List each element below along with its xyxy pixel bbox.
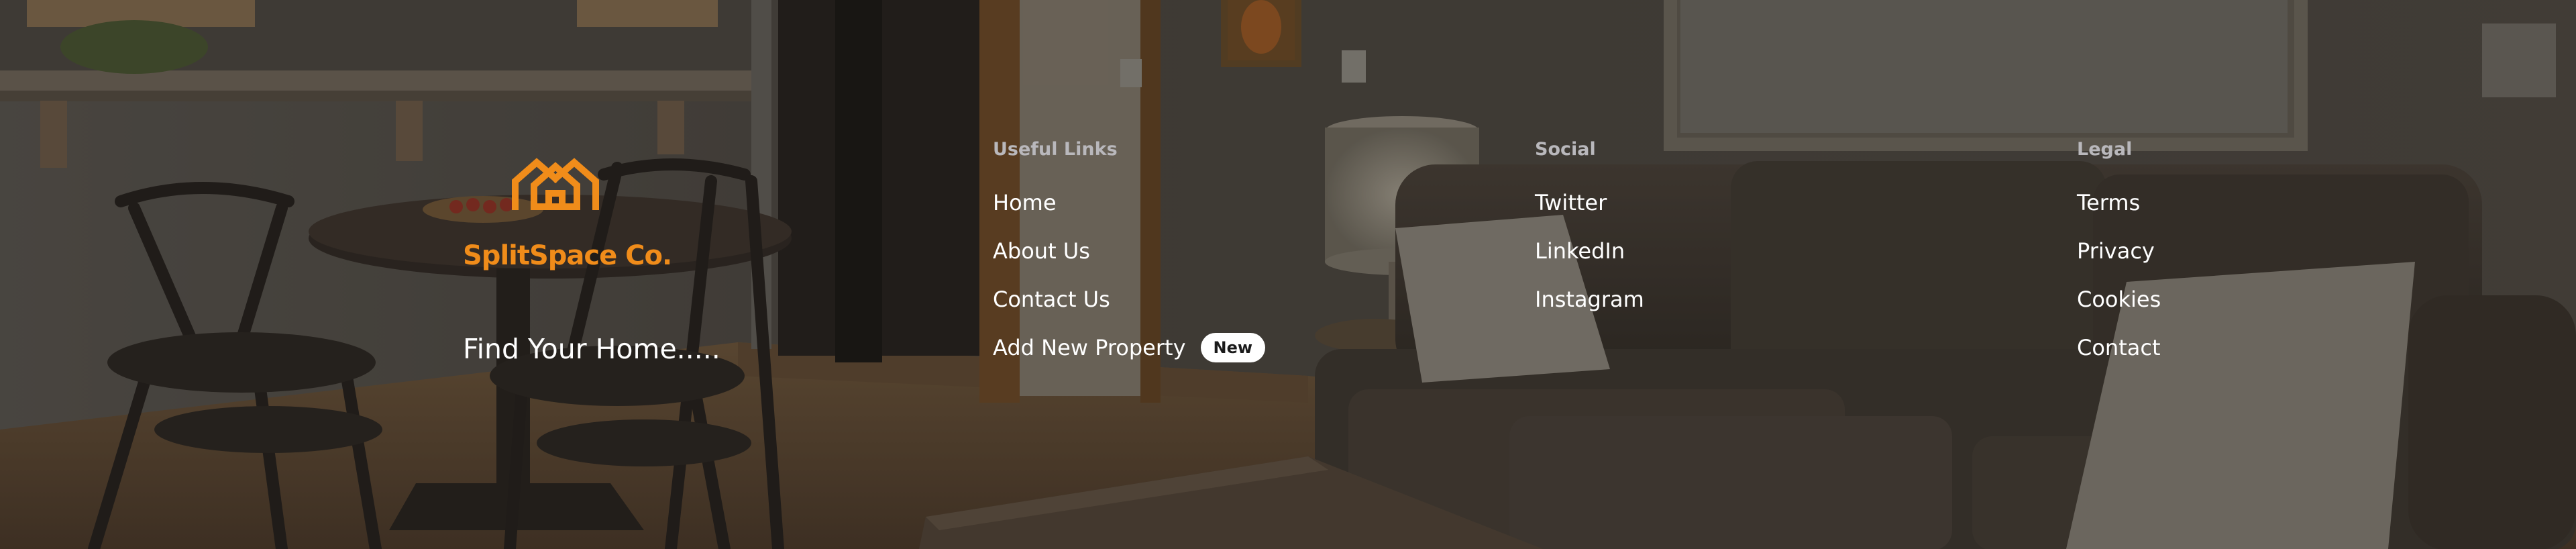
list-item: Home bbox=[993, 179, 1328, 227]
link-list: Twitter LinkedIn Instagram bbox=[1535, 179, 1870, 323]
list-item: Contact bbox=[2077, 323, 2412, 372]
house-split-logo-icon bbox=[512, 158, 599, 210]
list-item: Cookies bbox=[2077, 275, 2412, 323]
footer-column-useful-links: Useful Links Home About Us Contact Us Ad… bbox=[993, 138, 1328, 372]
footer-link-terms[interactable]: Terms bbox=[2077, 179, 2140, 227]
site-footer: SplitSpace Co. Find Your Home..... Usefu… bbox=[0, 0, 2576, 549]
footer-link-contact[interactable]: Contact bbox=[2077, 323, 2161, 372]
column-heading: Useful Links bbox=[993, 139, 1118, 160]
list-item: Terms bbox=[2077, 179, 2412, 227]
footer-link-linkedin[interactable]: LinkedIn bbox=[1535, 227, 1625, 275]
link-list: Home About Us Contact Us Add New Propert… bbox=[993, 179, 1328, 372]
brand-name[interactable]: SplitSpace Co. bbox=[463, 240, 672, 271]
footer-link-about-us[interactable]: About Us bbox=[993, 227, 1090, 275]
list-item: Contact Us bbox=[993, 275, 1328, 323]
list-item: Add New Property New bbox=[993, 323, 1328, 372]
link-list: Terms Privacy Cookies Contact bbox=[2077, 179, 2412, 372]
footer-link-privacy[interactable]: Privacy bbox=[2077, 227, 2155, 275]
column-heading: Legal bbox=[2077, 139, 2133, 160]
footer-column-social: Social Twitter LinkedIn Instagram bbox=[1535, 138, 1870, 323]
list-item: About Us bbox=[993, 227, 1328, 275]
list-item: Privacy bbox=[2077, 227, 2412, 275]
footer-link-add-new-property[interactable]: Add New Property bbox=[993, 323, 1186, 372]
list-item: Twitter bbox=[1535, 179, 1870, 227]
list-item: LinkedIn bbox=[1535, 227, 1870, 275]
footer-link-cookies[interactable]: Cookies bbox=[2077, 275, 2161, 323]
new-badge: New bbox=[1200, 333, 1266, 362]
footer-link-home[interactable]: Home bbox=[993, 179, 1057, 227]
footer-column-legal: Legal Terms Privacy Cookies Contact bbox=[2077, 138, 2412, 372]
column-heading: Social bbox=[1535, 139, 1596, 160]
footer-link-contact-us[interactable]: Contact Us bbox=[993, 275, 1110, 323]
footer-link-twitter[interactable]: Twitter bbox=[1535, 179, 1607, 227]
brand-tagline: Find Your Home..... bbox=[463, 333, 720, 366]
footer-link-instagram[interactable]: Instagram bbox=[1535, 275, 1644, 323]
list-item: Instagram bbox=[1535, 275, 1870, 323]
